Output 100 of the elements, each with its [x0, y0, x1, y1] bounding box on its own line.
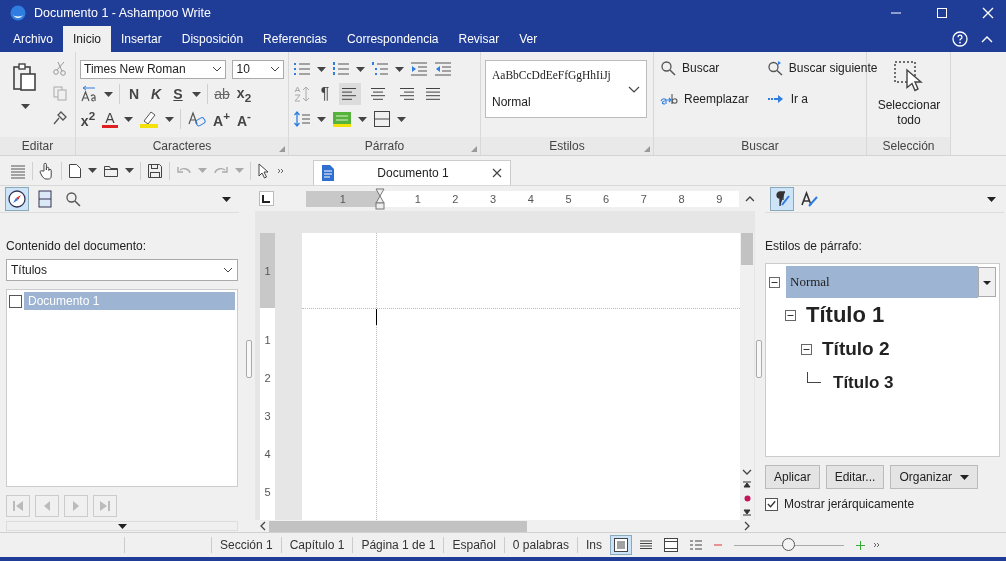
checkbox[interactable] — [9, 294, 22, 308]
caret-icon[interactable] — [356, 66, 365, 72]
menu-tab[interactable]: Archivo — [3, 26, 63, 52]
style-item[interactable]: Título 2 — [818, 338, 894, 360]
line-spacing-icon[interactable] — [293, 110, 311, 128]
sidebar-toggle-icon[interactable] — [10, 162, 26, 179]
caret-icon[interactable] — [960, 474, 970, 480]
menu-tab[interactable]: Inicio — [63, 26, 112, 52]
caret-icon[interactable] — [397, 116, 406, 122]
menu-tab[interactable]: Ver — [509, 26, 548, 52]
scrollbar-thumb[interactable] — [269, 520, 527, 532]
format-button[interactable]: A$^{+}$ — [213, 109, 230, 129]
scroll-down-icon[interactable] — [742, 468, 752, 476]
replace-icon[interactable] — [660, 93, 678, 105]
style-item[interactable]: Título 3 — [829, 373, 898, 393]
menu-tab[interactable]: Correspondencia — [337, 26, 449, 52]
panel-button[interactable]: Editar... — [825, 465, 885, 489]
format-button[interactable]: K — [148, 86, 164, 102]
menu-tab[interactable]: Revisar — [448, 26, 510, 52]
caret-icon[interactable] — [104, 91, 113, 97]
format-button[interactable]: S — [170, 86, 186, 102]
font-size-dropdown[interactable]: 10 — [232, 59, 284, 79]
splitter-handle[interactable] — [755, 340, 762, 378]
font-name-dropdown[interactable]: Times New Roman — [80, 59, 227, 79]
format-button[interactable]: x$^{2}$ — [80, 109, 96, 129]
collapse-ribbon-icon[interactable] — [980, 34, 994, 44]
style-gallery[interactable]: AaBbCcDdEeFfGgHhIiJj Normal — [485, 60, 647, 118]
maximize-icon[interactable] — [936, 7, 948, 19]
collapse-toggle[interactable] — [769, 276, 782, 288]
new-document-icon[interactable] — [68, 162, 82, 179]
menu-tab[interactable]: Referencias — [253, 26, 338, 52]
selection-cursor-icon[interactable] — [893, 60, 925, 94]
chevron-down-icon[interactable] — [212, 66, 223, 72]
chevron-down-icon[interactable] — [223, 267, 233, 273]
style-item[interactable]: Normal — [786, 266, 978, 298]
search-icon[interactable] — [660, 60, 676, 76]
compass-icon[interactable] — [5, 187, 29, 211]
panel-button[interactable]: Organizar — [890, 465, 979, 489]
chevron-down-icon[interactable] — [628, 85, 640, 93]
find-next-icon[interactable] — [766, 60, 783, 76]
print-layout-icon[interactable] — [609, 535, 632, 555]
style-item[interactable]: Título 1 — [802, 302, 889, 328]
borders-icon[interactable] — [373, 110, 391, 128]
tab-stop-icon[interactable] — [259, 191, 274, 206]
browse-object-icon[interactable] — [743, 495, 751, 502]
collapse-toggle[interactable] — [785, 309, 798, 321]
help-icon[interactable] — [952, 31, 968, 47]
caret-icon[interactable] — [88, 168, 97, 173]
format-button[interactable]: ab — [214, 86, 230, 102]
arrow-icon[interactable] — [766, 93, 785, 105]
hand-icon[interactable] — [39, 161, 55, 180]
previous-page-icon[interactable] — [743, 481, 751, 490]
decrease-indent-icon[interactable] — [434, 61, 452, 77]
collapse-toggle[interactable] — [801, 343, 814, 355]
bullet-list-icon[interactable] — [293, 61, 311, 77]
splitter-handle[interactable] — [246, 340, 252, 378]
format-button[interactable]: A$^{-}$ — [235, 109, 252, 129]
chevron-down-icon[interactable] — [270, 66, 280, 72]
folder-icon[interactable] — [103, 163, 119, 178]
zoom-in-icon[interactable] — [855, 540, 865, 550]
command-button[interactable]: Reemplazar — [660, 92, 749, 106]
caret-icon[interactable] — [192, 91, 201, 97]
caret-icon[interactable] — [165, 116, 174, 122]
paragraph-style-icon[interactable] — [770, 187, 794, 211]
command-button[interactable]: Buscar — [660, 60, 749, 76]
expand-panel-icon[interactable] — [117, 523, 127, 529]
caret-icon[interactable] — [395, 66, 404, 72]
save-icon[interactable] — [147, 162, 163, 179]
caret-icon[interactable] — [20, 104, 30, 109]
content-filter-dropdown[interactable]: Títulos — [6, 259, 238, 281]
checkbox[interactable] — [765, 497, 778, 511]
scroll-up-icon[interactable] — [745, 194, 755, 203]
scroll-right-icon[interactable] — [743, 521, 751, 531]
style-menu-icon[interactable] — [978, 267, 996, 297]
command-button[interactable]: Buscar siguiente — [766, 60, 878, 76]
caret-icon[interactable] — [317, 116, 326, 122]
scroll-left-icon[interactable] — [259, 521, 267, 531]
indent-marker-icon[interactable] — [374, 187, 385, 210]
menu-tab[interactable]: Insertar — [111, 26, 172, 52]
caret-icon[interactable] — [358, 116, 367, 122]
pointer-icon[interactable] — [257, 162, 271, 179]
next-page-icon[interactable] — [743, 507, 751, 516]
close-icon[interactable] — [492, 168, 502, 178]
increase-indent-icon[interactable] — [410, 61, 428, 77]
overflow-icon[interactable] — [872, 542, 881, 548]
caret-icon[interactable] — [124, 116, 133, 122]
clear-formatting-icon[interactable] — [187, 110, 207, 128]
overflow-icon[interactable] — [277, 167, 285, 174]
panel-menu-icon[interactable] — [987, 196, 996, 202]
scrollbar-thumb[interactable] — [741, 233, 753, 265]
caret-icon[interactable] — [317, 66, 326, 72]
numbered-list-icon[interactable] — [332, 61, 350, 77]
panel-menu-icon[interactable] — [222, 196, 231, 202]
format-painter-icon[interactable] — [52, 110, 68, 126]
show-formatting-button[interactable]: ¶ — [317, 85, 333, 103]
menu-tab[interactable]: Disposición — [171, 26, 254, 52]
panel-button[interactable]: Aplicar — [765, 465, 820, 489]
command-button[interactable]: Ir a — [766, 92, 878, 106]
change-case-icon[interactable] — [80, 85, 98, 103]
multilevel-list-icon[interactable] — [371, 61, 389, 77]
